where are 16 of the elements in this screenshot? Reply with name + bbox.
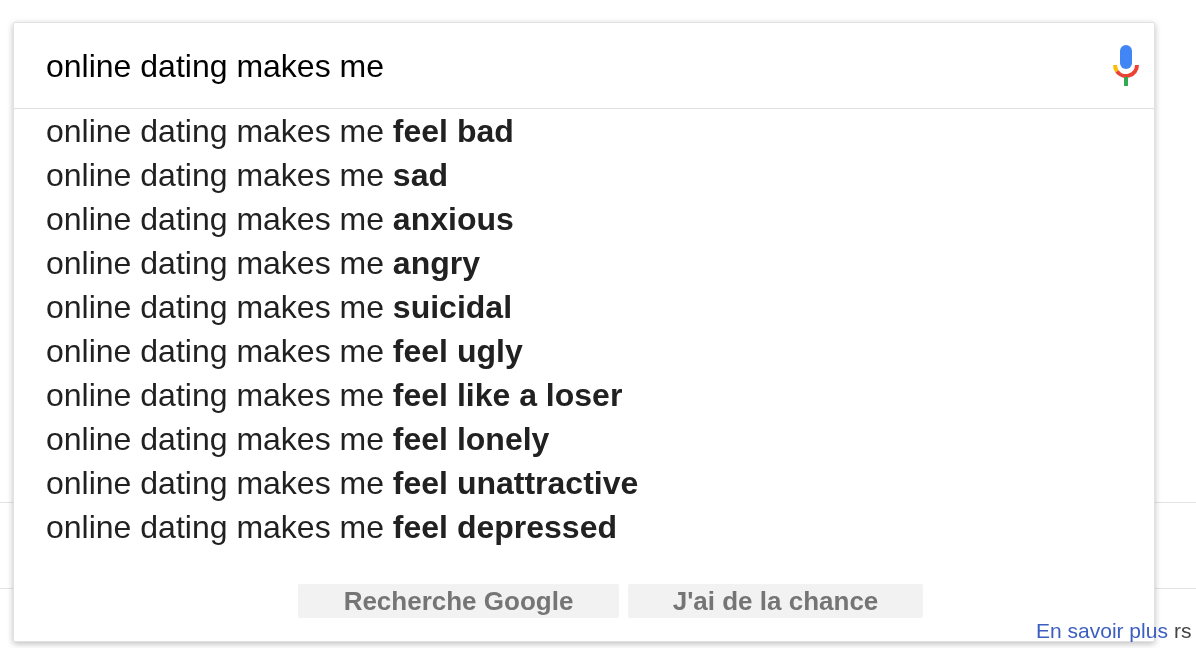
microphone-icon[interactable]	[1112, 45, 1140, 86]
learn-more-link[interactable]: En savoir plus	[1036, 618, 1168, 643]
search-field[interactable]: online dating makes me	[46, 44, 1112, 87]
suggestion-item[interactable]: online dating makes me feel bad	[14, 109, 1154, 153]
suggestion-item[interactable]: online dating makes me sad	[14, 153, 1154, 197]
suggestion-item[interactable]: online dating makes me feel lonely	[14, 417, 1154, 461]
search-button[interactable]: Recherche Google	[298, 584, 619, 618]
suggestion-item[interactable]: online dating makes me anxious	[14, 197, 1154, 241]
suggestion-item[interactable]: online dating makes me feel like a loser	[14, 373, 1154, 417]
suggestion-item[interactable]: online dating makes me suicidal	[14, 285, 1154, 329]
suggestion-item[interactable]: online dating makes me feel ugly	[14, 329, 1154, 373]
search-button[interactable]: J'ai de la chance	[628, 584, 923, 618]
suggestion-item[interactable]: online dating makes me feel unattractive	[14, 461, 1154, 505]
suggestion-item[interactable]: online dating makes me angry	[14, 241, 1154, 285]
background-text: rs	[1174, 618, 1192, 643]
suggestion-item[interactable]: online dating makes me feel depressed	[14, 505, 1154, 549]
